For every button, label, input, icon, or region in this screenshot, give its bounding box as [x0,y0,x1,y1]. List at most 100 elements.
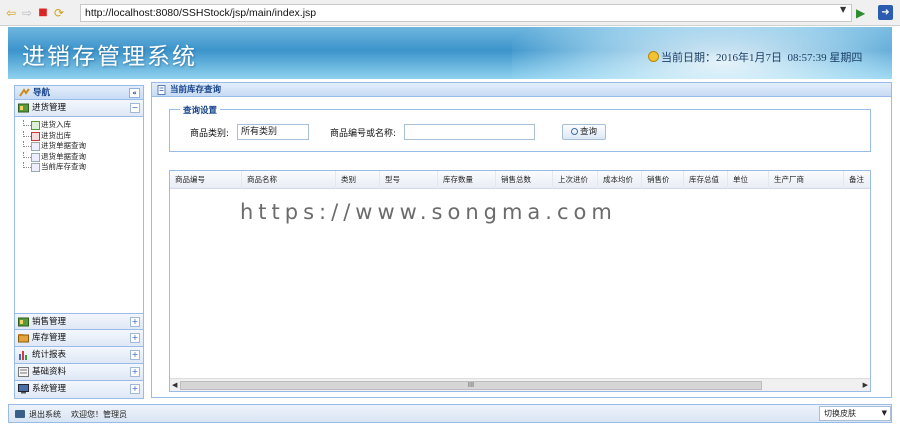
nav-group-label: 进货管理 [32,103,67,113]
tree-item-return-query[interactable]: 退货单据查询 [15,151,143,163]
column-header[interactable]: 库存数量 [438,171,496,189]
go-icon[interactable]: ▶ [856,6,870,20]
document-icon [31,163,40,172]
skin-select[interactable]: 切换皮肤 ▼ [819,406,891,421]
nav-group-basic-data[interactable]: 基础资料 + [15,364,143,381]
tree-item-stock-query[interactable]: 当前库存查询 [15,162,143,173]
inventory-icon [18,334,29,343]
nav-group-label: 销售管理 [32,317,67,327]
query-fieldset: 查询设置 商品类别: 所有类别 商品编号或名称: 查询 [169,104,871,152]
nav-group-inventory[interactable]: 库存管理 + [15,330,143,347]
app-title: 进销存管理系统 [22,44,197,70]
nav-group-label: 统计报表 [32,350,67,360]
category-select[interactable]: 所有类别 [237,124,309,140]
grid-header: 商品编号 商品名称 类别 型号 库存数量 销售总数 上次进价 成本均价 销售价 … [170,171,870,189]
stock-in-icon [31,121,40,130]
address-dropdown-icon[interactable]: ▼ [840,5,846,14]
nav-header: 导航 « [15,86,143,100]
tree-item-purchase-in[interactable]: 进货入库 [15,120,143,131]
expand-icon[interactable]: + [130,333,140,343]
query-button-label: 查询 [579,127,597,137]
stock-out-icon [31,131,40,141]
column-header[interactable]: 类别 [336,171,380,189]
column-header[interactable]: 商品名称 [242,171,336,189]
chevron-down-icon: ▼ [881,409,887,417]
tree-item-label: 进货出库 [41,130,71,140]
nav-tree: 进货入库 进货出库 进货单据查询 退货单据查询 当前库存查询 [15,117,143,313]
scroll-right-icon[interactable]: ▶ [863,381,868,389]
tree-item-label: 当前库存查询 [41,162,86,171]
purchase-icon [18,103,29,113]
document-search-icon [31,142,40,151]
browser-toolbar: ⇦ ⇨ ■ ⟳ http://localhost:8080/SSHStock/j… [0,0,900,26]
tree-item-label: 进货入库 [41,120,71,129]
main-panel-header: 当前库存查询 [152,83,891,97]
nav-group-label: 系统管理 [32,384,67,394]
logout-link[interactable]: 退出系统 [29,409,61,420]
scrollbar-thumb[interactable]: III [180,381,762,390]
column-header[interactable]: 库存总值 [684,171,728,189]
horizontal-scrollbar[interactable]: ◀ III ▶ [170,378,870,391]
app-header: 进销存管理系统 当前日期：2016年1月7日 08:57:39 星期四 [8,27,892,79]
address-bar[interactable]: http://localhost:8080/SSHStock/jsp/main/… [80,4,852,22]
tree-item-purchase-out[interactable]: 进货出库 [15,130,143,142]
keyword-input[interactable] [404,124,535,140]
stop-icon[interactable]: ■ [36,6,50,20]
column-header[interactable]: 销售价 [642,171,684,189]
nav-group-reports[interactable]: 统计报表 + [15,347,143,364]
column-header[interactable]: 型号 [380,171,438,189]
system-icon [18,384,29,394]
skin-select-value: 切换皮肤 [824,409,856,418]
book-icon [18,367,29,377]
tree-item-label: 退货单据查询 [41,151,86,161]
main-title: 当前库存查询 [170,85,222,95]
column-header[interactable]: 上次进价 [553,171,598,189]
document-search-icon [31,152,40,162]
nav-collapse-button[interactable]: « [129,88,140,98]
tree-item-purchase-query[interactable]: 进货单据查询 [15,141,143,152]
expand-icon[interactable]: + [130,317,140,327]
refresh-icon[interactable]: ⟳ [52,6,66,20]
expand-icon[interactable]: + [130,367,140,377]
main-panel: 当前库存查询 查询设置 商品类别: 所有类别 商品编号或名称: 查询 商品编号 … [151,82,892,398]
date-display: 当前日期：2016年1月7日 08:57:39 星期四 [648,49,862,65]
expand-icon[interactable]: + [130,350,140,360]
query-button[interactable]: 查询 [562,124,606,140]
scroll-left-icon[interactable]: ◀ [172,381,177,389]
column-header[interactable]: 备注 [844,171,870,189]
tree-item-label: 进货单据查询 [41,141,86,150]
back-icon[interactable]: ⇦ [4,6,18,20]
bar-chart-icon [19,351,27,360]
search-icon [570,128,578,135]
column-header[interactable]: 生产厂商 [769,171,844,189]
nav-group-sales[interactable]: 销售管理 + [15,313,143,330]
category-label: 商品类别: [190,129,230,139]
expand-icon[interactable]: + [130,384,140,394]
sales-icon [18,317,29,327]
watermark: https://www.songma.com [240,200,617,224]
nav-group-label: 基础资料 [32,367,67,377]
nav-title: 导航 [33,88,51,98]
column-header[interactable]: 成本均价 [598,171,642,189]
page-icon [157,85,166,95]
column-header[interactable]: 商品编号 [170,171,242,189]
query-legend: 查询设置 [180,104,221,116]
column-header[interactable]: 单位 [728,171,769,189]
nav-group-system[interactable]: 系统管理 + [15,381,143,398]
extension-icon[interactable]: ➜ [878,5,893,20]
date-label: 当前日期： [661,52,716,64]
status-bar: 退出系统 欢迎您！管理员 切换皮肤 ▼ [8,404,892,423]
nav-group-label: 库存管理 [32,333,67,343]
nav-collapsed-groups: 销售管理 + 库存管理 + 统计报表 + 基础资料 + 系统管理 + [15,313,143,398]
logout-icon [15,410,25,418]
forward-icon[interactable]: ⇨ [20,6,34,20]
navigation-icon [19,88,30,97]
date-value: 2016年1月7日 [716,52,782,64]
time-value: 08:57:39 星期四 [787,52,863,64]
nav-group-purchase[interactable]: 进货管理 − [15,100,143,117]
keyword-label: 商品编号或名称: [330,129,397,139]
welcome-text: 欢迎您！管理员 [71,410,127,419]
column-header[interactable]: 销售总数 [496,171,553,189]
collapse-icon[interactable]: − [130,103,140,113]
clock-icon [648,51,659,62]
